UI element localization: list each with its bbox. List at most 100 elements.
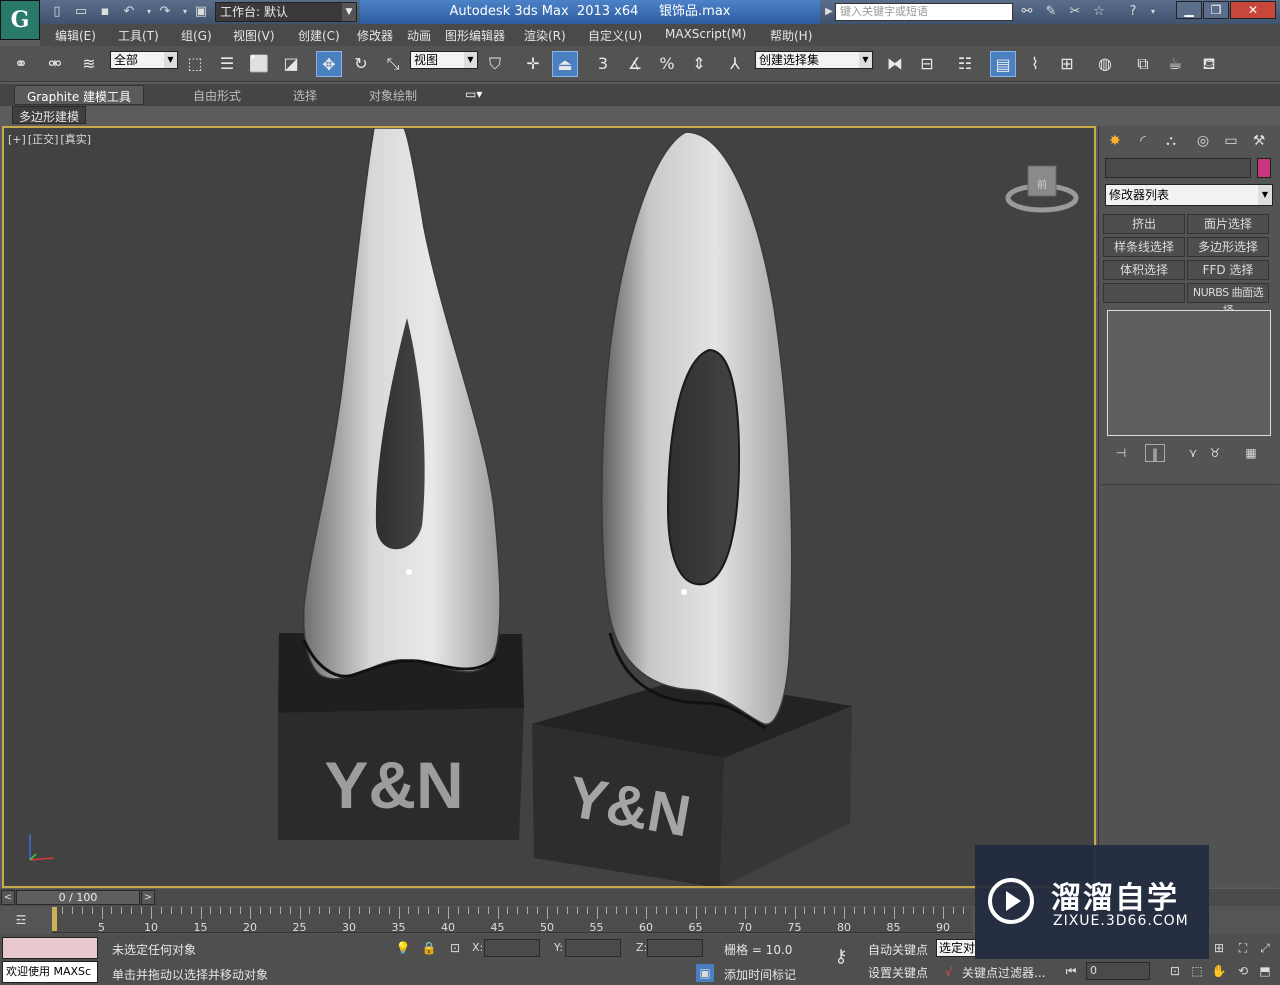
search-input[interactable]: 键入关键字或短语: [835, 3, 1013, 21]
bind-space-warp-icon[interactable]: ≋: [76, 51, 102, 77]
redo-icon[interactable]: ↷: [156, 3, 174, 21]
render-setup-icon[interactable]: ⧉: [1130, 51, 1156, 77]
new-file-icon[interactable]: ▯: [48, 3, 66, 21]
modify-tab-icon[interactable]: ◜: [1131, 130, 1155, 152]
select-and-move-icon[interactable]: ✥: [316, 51, 342, 77]
maxscript-mini-listener[interactable]: 欢迎使用 MAXSc: [2, 961, 98, 983]
menu-group[interactable]: 组(G): [181, 27, 212, 44]
tab-object-paint[interactable]: 对象绘制: [369, 87, 417, 104]
rectangular-selection-icon[interactable]: ⬜: [246, 51, 272, 77]
subscription-icon[interactable]: ✎: [1042, 3, 1060, 21]
object-color-swatch[interactable]: [1257, 158, 1271, 178]
angle-snap-icon[interactable]: ∡: [622, 51, 648, 77]
percent-snap-icon[interactable]: %: [654, 51, 680, 77]
favorites-star-icon[interactable]: ☆: [1090, 3, 1108, 21]
unlink-icon[interactable]: ⚮: [42, 51, 68, 77]
menu-help[interactable]: 帮助(H): [770, 27, 812, 44]
current-frame-marker[interactable]: [52, 907, 57, 931]
mirror-icon[interactable]: ⧓: [882, 51, 908, 77]
z-coordinate-field[interactable]: [647, 939, 703, 957]
select-and-scale-icon[interactable]: ⤡: [380, 51, 406, 77]
display-tab-icon[interactable]: ▭: [1219, 130, 1243, 152]
viewport-pov-label[interactable]: [正交]: [28, 133, 59, 146]
go-to-start-icon[interactable]: ⏮: [1062, 962, 1080, 980]
create-tab-icon[interactable]: ✸: [1103, 130, 1127, 152]
help-icon[interactable]: ?: [1124, 3, 1142, 21]
pan-view-icon[interactable]: ✋: [1210, 962, 1228, 980]
help-dropdown-icon[interactable]: ▾: [1144, 3, 1162, 21]
spinner-snap-icon[interactable]: ⇕: [686, 51, 712, 77]
maximize-button[interactable]: ❐: [1203, 1, 1229, 19]
schematic-view-icon[interactable]: ⊞: [1054, 51, 1080, 77]
perspective-viewport[interactable]: Y&N Y&N [+] [正交] [真实] 前: [2, 126, 1096, 888]
key-mode-dropdown[interactable]: 选定对象: [936, 939, 976, 957]
previous-frame-button[interactable]: <: [1, 890, 15, 905]
field-of-view-icon[interactable]: ⬚: [1188, 962, 1206, 980]
app-logo-icon[interactable]: G: [0, 0, 40, 40]
menu-modifiers[interactable]: 修改器: [357, 27, 393, 44]
menu-maxscript[interactable]: MAXScript(M): [665, 27, 746, 41]
poly-select-button[interactable]: 多边形选择: [1187, 237, 1269, 257]
auto-key-button[interactable]: 自动关键点: [868, 941, 928, 958]
snaps-toggle-icon[interactable]: 3: [590, 51, 616, 77]
polygon-modeling-panel[interactable]: 多边形建模: [12, 106, 87, 124]
make-unique-icon[interactable]: ⋎: [1183, 444, 1203, 462]
select-object-icon[interactable]: ⬚: [182, 51, 208, 77]
object-name-field[interactable]: [1105, 158, 1251, 178]
tab-freeform[interactable]: 自由形式: [193, 87, 241, 104]
undo-icon[interactable]: ↶: [120, 3, 138, 21]
open-file-icon[interactable]: ▭: [72, 3, 90, 21]
keyboard-shortcut-override-icon[interactable]: ⏏: [552, 51, 578, 77]
absolute-mode-icon[interactable]: ⊡: [446, 939, 464, 957]
extrude-button[interactable]: 挤出: [1103, 214, 1185, 234]
menu-animation[interactable]: 动画: [407, 27, 431, 44]
layer-manager-icon[interactable]: ☷: [952, 51, 978, 77]
material-editor-icon[interactable]: ◍: [1092, 51, 1118, 77]
motion-tab-icon[interactable]: ◎: [1191, 130, 1215, 152]
menu-rendering[interactable]: 渲染(R): [524, 27, 566, 44]
orbit-icon[interactable]: ⟲: [1234, 962, 1252, 980]
rendered-frame-icon[interactable]: ☕: [1162, 51, 1188, 77]
zoom-extents-icon[interactable]: ⊞: [1210, 939, 1228, 957]
named-selection-dropdown[interactable]: 创建选择集 ▼: [755, 51, 873, 69]
render-production-icon[interactable]: ⛾: [1196, 51, 1222, 77]
viewport-menu-label[interactable]: [+]: [8, 133, 26, 146]
open-mini-curve-editor-icon[interactable]: ☲: [12, 911, 30, 929]
frame-ruler[interactable]: 5 10 15 20 25 30 35 40 45 50 55 60 65 70 75 80 85 90: [52, 907, 972, 934]
modifier-list-dropdown[interactable]: 修改器列表 ▼: [1105, 184, 1273, 206]
selection-filter-dropdown[interactable]: 全部 ▼: [110, 51, 178, 69]
select-by-name-icon[interactable]: ☰: [214, 51, 240, 77]
binoculars-icon[interactable]: ⚯: [1018, 3, 1036, 21]
maxscript-listener-field[interactable]: [2, 937, 98, 959]
save-icon[interactable]: ▪: [96, 3, 114, 21]
edit-named-selection-icon[interactable]: ⅄: [722, 51, 748, 77]
viewport-shading-label[interactable]: [真实]: [60, 133, 91, 146]
configure-modifier-sets-icon[interactable]: ▦: [1241, 444, 1261, 462]
zoom-region-icon[interactable]: ⊡: [1166, 962, 1184, 980]
workspace-dropdown[interactable]: 工作台: 默认 ▼: [215, 2, 357, 22]
modifier-stack[interactable]: [1107, 310, 1271, 436]
show-end-result-icon[interactable]: ‖: [1145, 444, 1165, 462]
ribbon-options-icon[interactable]: ▭▾: [465, 87, 482, 101]
communication-center-icon[interactable]: ✂: [1066, 3, 1084, 21]
tab-graphite-modeling[interactable]: Graphite 建模工具: [14, 85, 145, 105]
project-folder-icon[interactable]: ▣: [192, 3, 210, 21]
spline-select-button[interactable]: 样条线选择: [1103, 237, 1185, 257]
volume-select-button[interactable]: 体积选择: [1103, 260, 1185, 280]
hierarchy-tab-icon[interactable]: ⛬: [1159, 130, 1183, 152]
isolate-selection-icon[interactable]: 💡: [394, 939, 412, 957]
viewcube-icon[interactable]: 前: [1004, 158, 1080, 214]
menu-tools[interactable]: 工具(T): [118, 27, 159, 44]
maximize-viewport-icon[interactable]: ⤢: [1256, 939, 1274, 957]
zoom-extents-all-icon[interactable]: ⛶: [1234, 939, 1252, 957]
time-tag-icon[interactable]: ▣: [696, 964, 714, 982]
key-filter-icon[interactable]: √: [940, 963, 958, 981]
graphite-toggle-icon[interactable]: ▤: [990, 51, 1016, 77]
tab-selection[interactable]: 选择: [293, 87, 317, 104]
ffd-select-button[interactable]: FFD 选择: [1187, 260, 1269, 280]
current-frame-field[interactable]: 0: [1086, 962, 1150, 980]
pivot-center-icon[interactable]: ⛉: [482, 51, 508, 77]
set-key-button[interactable]: 设置关键点: [868, 964, 928, 981]
menu-customize[interactable]: 自定义(U): [588, 27, 642, 44]
menu-edit[interactable]: 编辑(E): [55, 27, 96, 44]
